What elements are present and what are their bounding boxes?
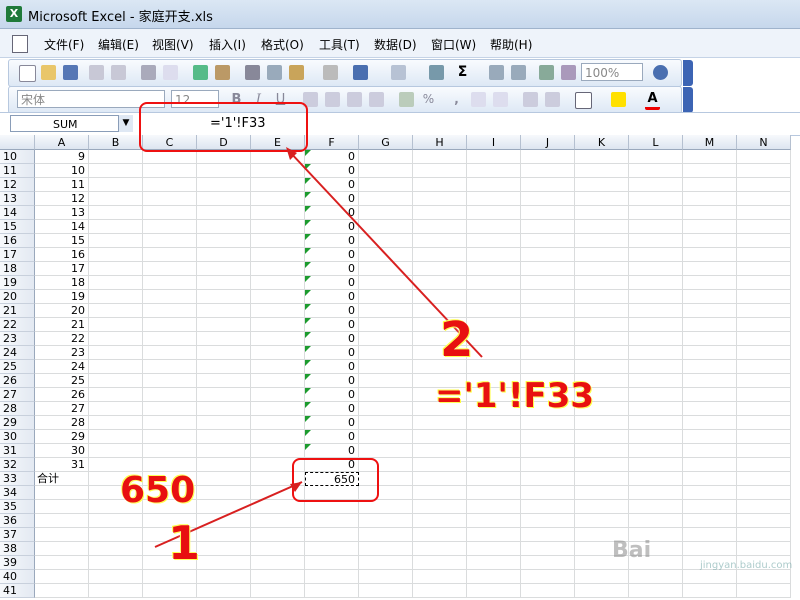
baidu-watermark: Bai — [612, 538, 652, 563]
annotation-label-2: 2 — [440, 312, 474, 368]
annotation-label-1: 1 — [168, 516, 201, 570]
annotation-value-label: 650 — [120, 470, 196, 511]
annotation-formula-label: ='1'!F33 — [435, 376, 595, 416]
baidu-watermark-url: jingyan.baidu.com — [700, 560, 793, 571]
